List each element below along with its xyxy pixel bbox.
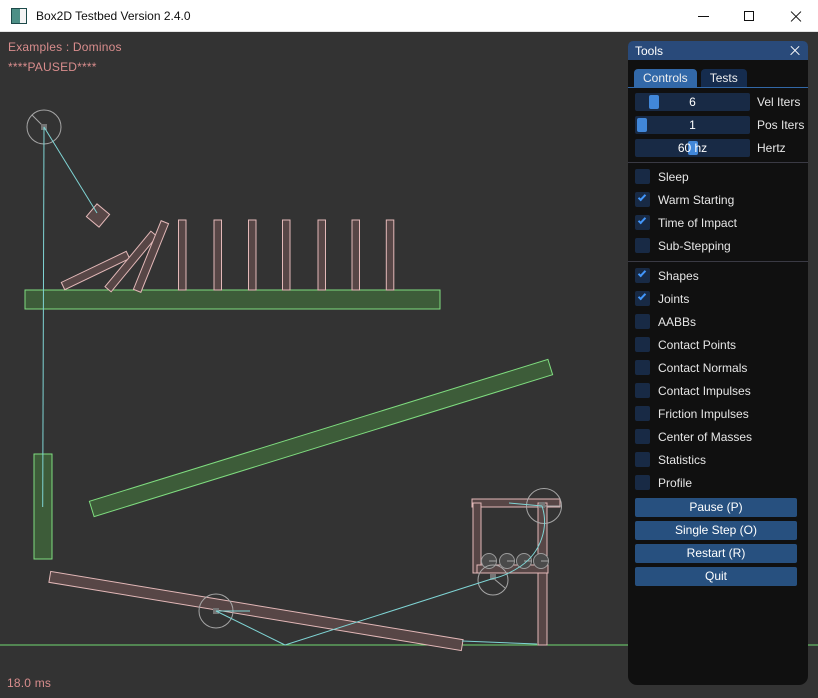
slider-label: Vel Iters xyxy=(757,95,800,109)
checkbox-warm-starting[interactable]: Warm Starting xyxy=(635,192,808,207)
tools-close-icon[interactable] xyxy=(789,45,801,57)
domino xyxy=(179,220,187,290)
slider-label: Pos Iters xyxy=(757,118,804,132)
checkbox-box xyxy=(635,169,650,184)
check-icon xyxy=(638,292,646,301)
checkbox-shapes[interactable]: Shapes xyxy=(635,268,808,283)
frame-left-post xyxy=(473,503,481,573)
checkbox-aabbs[interactable]: AABBs xyxy=(635,314,808,329)
quit-button[interactable]: Quit xyxy=(635,567,797,586)
checkbox-box xyxy=(635,192,650,207)
slider-label: Hertz xyxy=(757,141,786,155)
maximize-button[interactable] xyxy=(726,0,772,32)
checkbox-box xyxy=(635,215,650,230)
checkbox-contact-impulses[interactable]: Contact Impulses xyxy=(635,383,808,398)
check-icon xyxy=(638,269,646,278)
example-label: Examples : Dominos xyxy=(8,40,122,54)
tools-panel-content: 6 Vel Iters 1 Pos Iters 60 hz xyxy=(628,88,808,586)
tools-panel-titlebar[interactable]: Tools xyxy=(628,41,808,60)
restart-button[interactable]: Restart (R) xyxy=(635,544,797,563)
domino xyxy=(318,220,326,290)
cradle-frame xyxy=(472,499,560,645)
tab-tests[interactable]: Tests xyxy=(701,69,747,87)
checkbox-friction-impulses[interactable]: Friction Impulses xyxy=(635,406,808,421)
slider-value: 60 hz xyxy=(635,139,750,157)
pendulum-joint xyxy=(44,127,97,213)
checkbox-box xyxy=(635,452,650,467)
slider-track[interactable]: 1 xyxy=(635,116,750,134)
slider-value: 1 xyxy=(635,116,750,134)
tools-panel: Tools Controls Tests 6 Vel Iters xyxy=(628,41,808,685)
app-icon xyxy=(11,8,27,24)
domino xyxy=(386,220,394,290)
seesaw-plank xyxy=(49,571,463,650)
pos-iters-slider[interactable]: 1 Pos Iters xyxy=(635,116,808,134)
physics-canvas-area[interactable]: Examples : Dominos ****PAUSED**** 18.0 m… xyxy=(0,32,818,698)
frame-time-label: 18.0 ms xyxy=(7,676,51,690)
close-icon xyxy=(790,11,801,22)
checkbox-box xyxy=(635,337,650,352)
checkbox-box xyxy=(635,383,650,398)
app-window: Box2D Testbed Version 2.4.0 xyxy=(0,0,818,698)
maximize-icon xyxy=(744,11,754,21)
check-icon xyxy=(638,193,646,202)
long-vertical-joint xyxy=(43,127,44,507)
checkbox-box xyxy=(635,475,650,490)
check-icon xyxy=(638,216,646,225)
close-button[interactable] xyxy=(772,0,818,32)
checkbox-box xyxy=(635,429,650,444)
checkbox-joints[interactable]: Joints xyxy=(635,291,808,306)
ground-rope-joint xyxy=(462,641,537,644)
checkbox-profile[interactable]: Profile xyxy=(635,475,808,490)
checkbox-sleep[interactable]: Sleep xyxy=(635,169,808,184)
window-titlebar[interactable]: Box2D Testbed Version 2.4.0 xyxy=(0,0,818,32)
checkbox-box xyxy=(635,360,650,375)
single-step-button[interactable]: Single Step (O) xyxy=(635,521,797,540)
checkbox-sub-stepping[interactable]: Sub-Stepping xyxy=(635,238,808,253)
tools-panel-title: Tools xyxy=(635,44,663,58)
minimize-button[interactable] xyxy=(680,0,726,32)
checkbox-box xyxy=(635,406,650,421)
tools-tabbar: Controls Tests xyxy=(628,69,808,88)
slider-track[interactable]: 6 xyxy=(635,93,750,111)
checkbox-contact-normals[interactable]: Contact Normals xyxy=(635,360,808,375)
slider-track[interactable]: 60 hz xyxy=(635,139,750,157)
checkbox-center-of-masses[interactable]: Center of Masses xyxy=(635,429,808,444)
checkbox-box xyxy=(635,268,650,283)
domino xyxy=(283,220,291,290)
separator xyxy=(628,261,808,262)
slider-value: 6 xyxy=(635,93,750,111)
domino xyxy=(214,220,222,290)
paused-label: ****PAUSED**** xyxy=(8,60,97,74)
frame-right-post xyxy=(538,503,547,645)
separator xyxy=(628,162,808,163)
minimize-icon xyxy=(698,16,709,17)
checkbox-statistics[interactable]: Statistics xyxy=(635,452,808,467)
hanging-box xyxy=(86,204,109,227)
pause-button[interactable]: Pause (P) xyxy=(635,498,797,517)
checkbox-contact-points[interactable]: Contact Points xyxy=(635,337,808,352)
hertz-slider[interactable]: 60 hz Hertz xyxy=(635,139,808,157)
caption-buttons xyxy=(680,0,818,32)
domino xyxy=(352,220,360,290)
domino xyxy=(249,220,257,290)
checkbox-box xyxy=(635,291,650,306)
domino-platform xyxy=(25,290,440,309)
tab-controls[interactable]: Controls xyxy=(634,69,697,87)
window-title: Box2D Testbed Version 2.4.0 xyxy=(36,9,191,23)
green-ramp xyxy=(89,359,552,516)
standing-dominos xyxy=(179,220,394,290)
checkbox-box xyxy=(635,314,650,329)
action-buttons: Pause (P) Single Step (O) Restart (R) Qu… xyxy=(635,498,808,586)
checkbox-time-of-impact[interactable]: Time of Impact xyxy=(635,215,808,230)
checkbox-box xyxy=(635,238,650,253)
falling-dominos xyxy=(61,221,168,293)
vel-iters-slider[interactable]: 6 Vel Iters xyxy=(635,93,808,111)
